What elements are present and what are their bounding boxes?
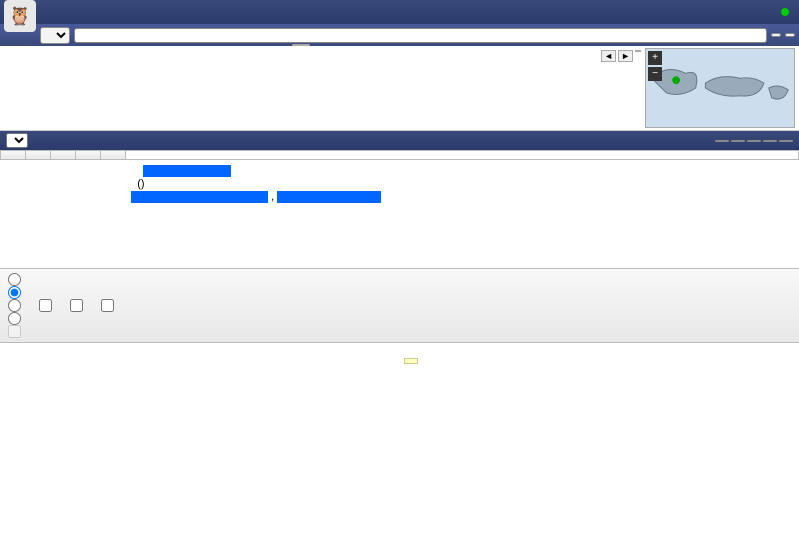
timerange-select[interactable] [40, 27, 70, 44]
pager-last[interactable] [779, 140, 793, 142]
opt-utf8[interactable] [8, 299, 23, 312]
opt-images[interactable] [70, 299, 85, 312]
opt-hex[interactable] [8, 312, 23, 325]
export-button[interactable] [785, 33, 795, 37]
search-button[interactable] [771, 33, 781, 37]
opt-ascii[interactable] [8, 286, 23, 299]
world-map[interactable]: + − [645, 48, 795, 128]
opt-natural[interactable] [8, 273, 23, 286]
tags-redacted: xxxxxxxxxxxxxx [131, 191, 268, 203]
search-input[interactable] [74, 28, 767, 43]
source-raw-button[interactable] [51, 151, 76, 159]
brand-label [775, 8, 795, 16]
download-pcap-button[interactable] [26, 151, 51, 159]
zoom-prev-icon[interactable]: ◄ [601, 50, 616, 62]
logo-owl [4, 0, 36, 32]
pager-prev[interactable] [731, 140, 745, 142]
pager-next[interactable] [763, 140, 777, 142]
page-size-select[interactable] [6, 133, 28, 148]
timeline-chart[interactable] [4, 48, 597, 128]
sessions-toggle[interactable] [292, 44, 310, 46]
destination-raw-button[interactable] [76, 151, 101, 159]
actions-menu[interactable] [1, 151, 26, 159]
opt-linenum[interactable] [8, 325, 23, 338]
map-zoom-in-icon[interactable]: + [648, 51, 662, 65]
destination-bytes-label [404, 358, 418, 364]
pager-page[interactable] [747, 140, 761, 142]
opt-timestamps[interactable] [101, 299, 116, 312]
node-value: xxxxx [143, 165, 231, 177]
zoom-out-button[interactable] [635, 50, 641, 52]
map-zoom-out-icon[interactable]: − [648, 67, 662, 81]
opt-gzip[interactable] [39, 299, 54, 312]
tags-redacted2: xxxxxxxx [277, 191, 381, 203]
zoom-next-icon[interactable]: ► [618, 50, 633, 62]
permalink-button[interactable] [101, 151, 126, 159]
pager-first[interactable] [715, 140, 729, 142]
